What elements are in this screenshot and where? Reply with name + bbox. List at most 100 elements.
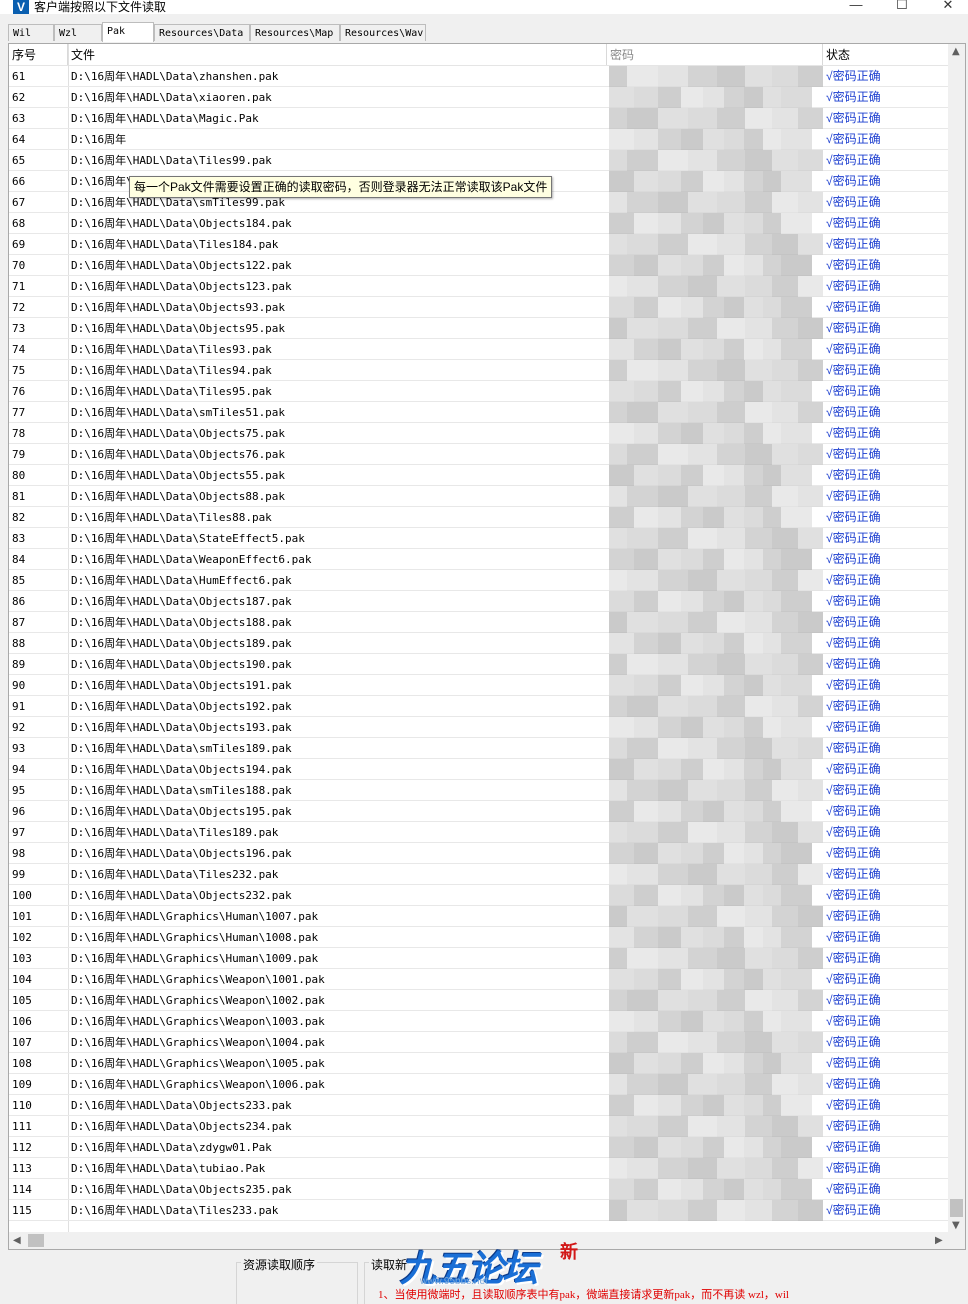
vertical-scroll-thumb[interactable] <box>950 1199 963 1217</box>
table-row[interactable]: 73 D:\16周年\HADL\Data\Objects95.pak √密码正确 <box>9 318 949 339</box>
table-row[interactable]: 65 D:\16周年\HADL\Data\Tiles99.pak √密码正确 <box>9 150 949 171</box>
table-row[interactable]: 64 D:\16周年 √密码正确 <box>9 129 949 150</box>
table-row[interactable]: 110 D:\16周年\HADL\Data\Objects233.pak √密码正确 <box>9 1095 949 1116</box>
horizontal-scroll-thumb[interactable] <box>28 1234 44 1247</box>
table-row[interactable]: 98 D:\16周年\HADL\Data\Objects196.pak √密码正确 <box>9 843 949 864</box>
table-row[interactable]: 82 D:\16周年\HADL\Data\Tiles88.pak √密码正确 <box>9 507 949 528</box>
table-row[interactable]: 100 D:\16周年\HADL\Data\Objects232.pak √密码正确 <box>9 885 949 906</box>
table-row[interactable]: 63 D:\16周年\HADL\Data\Magic.Pak √密码正确 <box>9 108 949 129</box>
table-row[interactable]: 86 D:\16周年\HADL\Data\Objects187.pak √密码正确 <box>9 591 949 612</box>
table-row[interactable]: 105 D:\16周年\HADL\Graphics\Weapon\1002.pak… <box>9 990 949 1011</box>
password-blur-block <box>745 1032 772 1053</box>
table-row[interactable]: 95 D:\16周年\HADL\Data\smTiles188.pak √密码正确 <box>9 780 949 801</box>
password-blur-block <box>681 1179 703 1200</box>
tab-wil[interactable]: Wil <box>8 24 54 41</box>
tab-resources-map[interactable]: Resources\Map <box>250 24 340 41</box>
row-number: 108 <box>12 1057 32 1070</box>
table-row[interactable]: 92 D:\16周年\HADL\Data\Objects193.pak √密码正确 <box>9 717 949 738</box>
column-header-file[interactable]: 文件 <box>68 44 607 65</box>
table-row[interactable]: 83 D:\16周年\HADL\Data\StateEffect5.pak √密码正… <box>9 528 949 549</box>
table-row[interactable]: 99 D:\16周年\HADL\Data\Tiles232.pak √密码正确 <box>9 864 949 885</box>
table-row[interactable]: 101 D:\16周年\HADL\Graphics\Human\1007.pak √… <box>9 906 949 927</box>
table-row[interactable]: 112 D:\16周年\HADL\Data\zdygw01.Pak √密码正确 <box>9 1137 949 1158</box>
table-row[interactable]: 111 D:\16周年\HADL\Data\Objects234.pak √密码正确 <box>9 1116 949 1137</box>
scroll-down-arrow-icon[interactable]: ▼ <box>952 1220 960 1231</box>
scroll-up-arrow-icon[interactable]: ▲ <box>952 46 960 57</box>
table-row[interactable]: 88 D:\16周年\HADL\Data\Objects189.pak √密码正确 <box>9 633 949 654</box>
column-header-password[interactable]: 密码 <box>607 44 823 65</box>
table-row[interactable]: 106 D:\16周年\HADL\Graphics\Weapon\1003.pak… <box>9 1011 949 1032</box>
table-row[interactable]: 85 D:\16周年\HADL\Data\HumEffect6.pak √密码正确 <box>9 570 949 591</box>
column-header-num[interactable]: 序号 <box>9 44 68 65</box>
tab-resources-wav[interactable]: Resources\Wav <box>340 24 426 41</box>
password-blur-block <box>658 717 681 738</box>
table-row[interactable]: 69 D:\16周年\HADL\Data\Tiles184.pak √密码正确 <box>9 234 949 255</box>
table-row[interactable]: 115 D:\16周年\HADL\Data\Tiles233.pak √密码正确 <box>9 1200 949 1221</box>
table-row[interactable]: 71 D:\16周年\HADL\Data\Objects123.pak √密码正确 <box>9 276 949 297</box>
table-row[interactable]: 108 D:\16周年\HADL\Graphics\Weapon\1005.pak… <box>9 1053 949 1074</box>
table-row[interactable]: 113 D:\16周年\HADL\Data\tubiao.Pak √密码正确 <box>9 1158 949 1179</box>
table-row[interactable]: 104 D:\16周年\HADL\Graphics\Weapon\1001.pak… <box>9 969 949 990</box>
password-blur-block <box>724 213 744 234</box>
password-blur-block <box>798 780 823 801</box>
table-row[interactable]: 76 D:\16周年\HADL\Data\Tiles95.pak √密码正确 <box>9 381 949 402</box>
vertical-scrollbar[interactable]: ▲ ▼ <box>948 44 965 1232</box>
row-state: √密码正确 <box>826 573 881 587</box>
close-button[interactable]: ✕ <box>928 0 968 13</box>
table-row[interactable]: 91 D:\16周年\HADL\Data\Objects192.pak √密码正确 <box>9 696 949 717</box>
password-blur-block <box>717 360 745 381</box>
column-header-state[interactable]: 状态 <box>823 44 949 65</box>
table-row[interactable]: 72 D:\16周年\HADL\Data\Objects93.pak √密码正确 <box>9 297 949 318</box>
password-blur-block <box>609 276 627 297</box>
table-row[interactable]: 94 D:\16周年\HADL\Data\Objects194.pak √密码正确 <box>9 759 949 780</box>
table-row[interactable]: 62 D:\16周年\HADL\Data\xiaoren.pak √密码正确 <box>9 87 949 108</box>
table-row[interactable]: 61 D:\16周年\HADL\Data\zhanshen.pak √密码正确 <box>9 66 949 87</box>
table-row[interactable]: 75 D:\16周年\HADL\Data\Tiles94.pak √密码正确 <box>9 360 949 381</box>
table-row[interactable]: 80 D:\16周年\HADL\Data\Objects55.pak √密码正确 <box>9 465 949 486</box>
table-row[interactable]: 97 D:\16周年\HADL\Data\Tiles189.pak √密码正确 <box>9 822 949 843</box>
row-state: √密码正确 <box>826 741 881 755</box>
pak-file-list[interactable]: 序号 文件 密码 状态 61 D:\16周年\HADL\Data\zhanshen… <box>8 43 966 1250</box>
table-row[interactable]: 79 D:\16周年\HADL\Data\Objects76.pak √密码正确 <box>9 444 949 465</box>
password-blur-block <box>658 570 688 591</box>
row-password-blurred <box>609 906 823 927</box>
password-blur-block <box>724 969 744 990</box>
tab-wzl[interactable]: Wzl <box>54 24 102 41</box>
table-row[interactable]: 78 D:\16周年\HADL\Data\Objects75.pak √密码正确 <box>9 423 949 444</box>
scroll-right-arrow-icon[interactable]: ▶ <box>935 1235 943 1246</box>
table-row[interactable]: 89 D:\16周年\HADL\Data\Objects190.pak √密码正确 <box>9 654 949 675</box>
table-row[interactable]: 68 D:\16周年\HADL\Data\Objects184.pak √密码正确 <box>9 213 949 234</box>
table-row[interactable]: 84 D:\16周年\HADL\Data\WeaponEffect6.pak √密码… <box>9 549 949 570</box>
row-password-blurred <box>609 423 823 444</box>
password-blur-block <box>724 591 744 612</box>
password-blur-block <box>658 1158 688 1179</box>
password-blur-block <box>681 717 703 738</box>
tab-pak[interactable]: Pak <box>102 22 154 42</box>
table-row[interactable]: 87 D:\16周年\HADL\Data\Objects188.pak √密码正确 <box>9 612 949 633</box>
table-row[interactable]: 93 D:\16周年\HADL\Data\smTiles189.pak √密码正确 <box>9 738 949 759</box>
table-row[interactable]: 81 D:\16周年\HADL\Data\Objects88.pak √密码正确 <box>9 486 949 507</box>
password-blur-block <box>744 129 763 150</box>
scroll-left-arrow-icon[interactable]: ◀ <box>13 1235 21 1246</box>
table-row[interactable]: 109 D:\16周年\HADL\Graphics\Weapon\1006.pak… <box>9 1074 949 1095</box>
tab-resources-data[interactable]: Resources\Data <box>154 24 250 41</box>
table-row[interactable]: 107 D:\16周年\HADL\Graphics\Weapon\1004.pak… <box>9 1032 949 1053</box>
table-row[interactable]: 96 D:\16周年\HADL\Data\Objects195.pak √密码正确 <box>9 801 949 822</box>
table-row[interactable]: 114 D:\16周年\HADL\Data\Objects235.pak √密码正确 <box>9 1179 949 1200</box>
table-row[interactable]: 90 D:\16周年\HADL\Data\Objects191.pak √密码正确 <box>9 675 949 696</box>
row-number: 102 <box>12 931 32 944</box>
table-row[interactable]: 103 D:\16周年\HADL\Graphics\Human\1009.pak √… <box>9 948 949 969</box>
maximize-button[interactable]: ☐ <box>882 0 922 13</box>
password-blur-block <box>658 990 688 1011</box>
table-row[interactable]: 77 D:\16周年\HADL\Data\smTiles51.pak √密码正确 <box>9 402 949 423</box>
password-blur-block <box>763 1095 781 1116</box>
password-blur-block <box>658 402 688 423</box>
minimize-button[interactable]: — <box>836 0 876 13</box>
password-blur-block <box>627 318 658 339</box>
row-state: √密码正确 <box>826 174 881 188</box>
table-row[interactable]: 102 D:\16周年\HADL\Graphics\Human\1008.pak √… <box>9 927 949 948</box>
password-blur-block <box>609 234 627 255</box>
password-blur-block <box>724 1053 744 1074</box>
table-row[interactable]: 74 D:\16周年\HADL\Data\Tiles93.pak √密码正确 <box>9 339 949 360</box>
table-row[interactable]: 70 D:\16周年\HADL\Data\Objects122.pak √密码正确 <box>9 255 949 276</box>
